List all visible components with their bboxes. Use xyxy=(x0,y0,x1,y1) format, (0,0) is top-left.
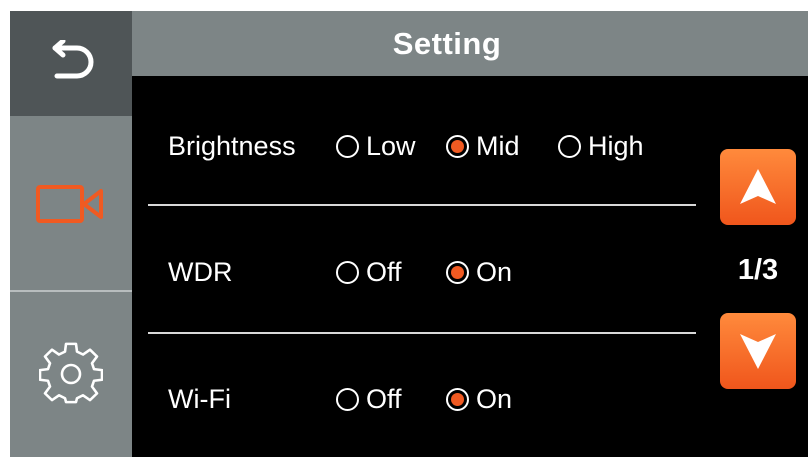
header-bar: Setting xyxy=(132,11,808,76)
radio-on-icon xyxy=(446,134,469,158)
setting-row-brightness: Brightness Low Mid High xyxy=(148,116,696,176)
video-camera-icon xyxy=(36,184,103,223)
page-up-button[interactable] xyxy=(720,149,796,225)
wifi-option-on[interactable]: On xyxy=(446,384,512,415)
setting-row-wdr: WDR Off On xyxy=(148,242,696,302)
wdr-option-off[interactable]: Off xyxy=(336,257,402,288)
settings-screen: Setting Brightness Low Mid High WDR Off … xyxy=(10,11,808,457)
radio-off-icon xyxy=(336,387,359,411)
option-label: On xyxy=(476,256,513,287)
sidebar xyxy=(10,11,132,457)
wdr-option-on[interactable]: On xyxy=(446,257,512,288)
brightness-option-high[interactable]: High xyxy=(558,131,644,162)
row-divider xyxy=(148,332,696,334)
back-button[interactable] xyxy=(10,11,132,116)
brightness-option-low[interactable]: Low xyxy=(336,131,416,162)
brightness-option-mid[interactable]: Mid xyxy=(446,131,520,162)
arrow-up-icon xyxy=(740,169,776,204)
option-label: Off xyxy=(366,383,402,414)
setting-row-wifi: Wi-Fi Off On xyxy=(148,369,696,429)
row-divider xyxy=(148,204,696,206)
radio-on-icon xyxy=(446,260,469,284)
option-label: Mid xyxy=(476,130,520,161)
radio-off-icon xyxy=(558,134,581,158)
radio-off-icon xyxy=(336,134,359,158)
radio-on-icon xyxy=(446,387,469,411)
settings-mode-button[interactable] xyxy=(10,291,132,457)
gear-icon xyxy=(39,342,103,404)
back-arrow-icon xyxy=(52,39,94,78)
setting-label: WDR xyxy=(168,256,233,287)
video-mode-button[interactable] xyxy=(10,116,132,291)
setting-label: Wi-Fi xyxy=(168,383,231,414)
option-label: Off xyxy=(366,256,402,287)
page-title: Setting xyxy=(392,25,502,61)
arrow-down-icon xyxy=(740,334,776,369)
wifi-option-off[interactable]: Off xyxy=(336,384,402,415)
option-label: High xyxy=(588,130,644,161)
option-label: On xyxy=(476,383,513,414)
setting-label: Brightness xyxy=(168,130,296,161)
radio-off-icon xyxy=(336,260,359,284)
page-indicator: 1/3 xyxy=(737,254,779,286)
option-label: Low xyxy=(366,130,416,161)
page-down-button[interactable] xyxy=(720,313,796,389)
